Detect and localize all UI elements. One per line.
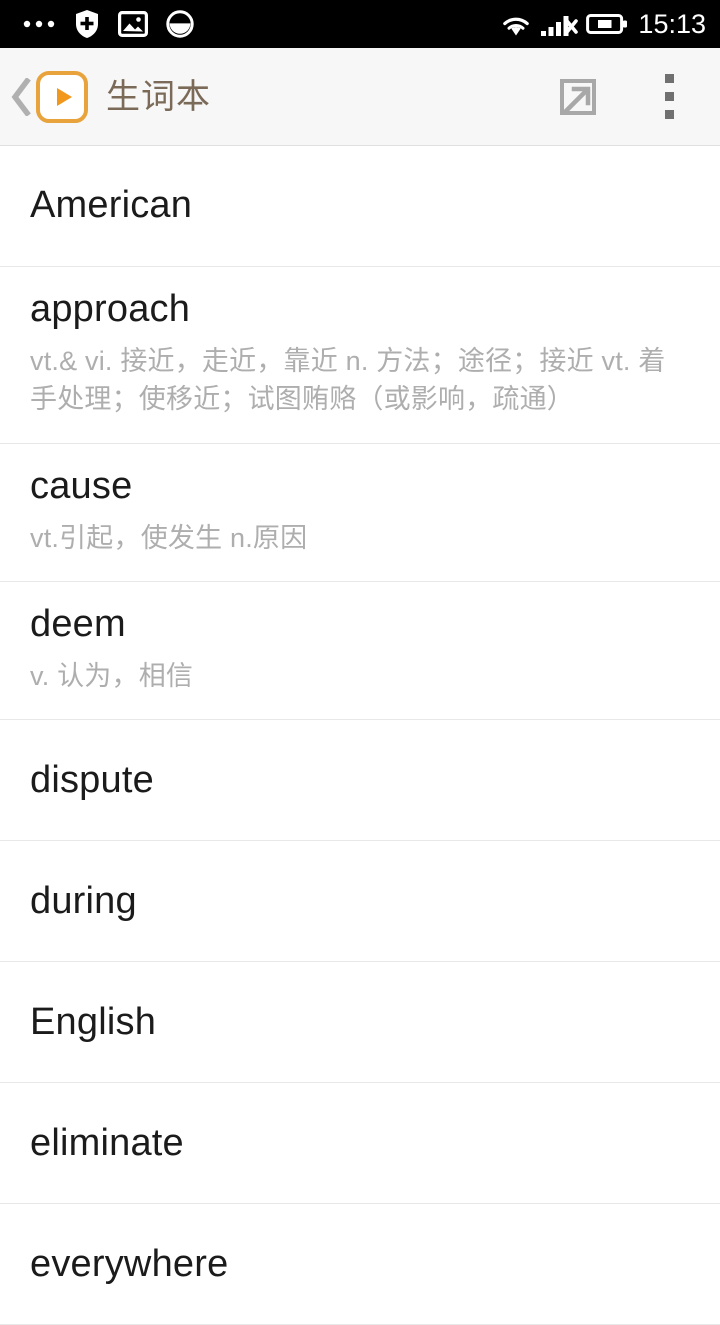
app-bar: 生词本 <box>0 48 720 146</box>
word-term: dispute <box>30 758 154 801</box>
overflow-dot-1 <box>664 74 674 83</box>
word-definition: vt.& vi. 接近，走近，靠近 n. 方法；途径；接近 vt. 着手处理；使… <box>30 346 666 415</box>
export-share-button[interactable] <box>550 69 606 125</box>
word-list-item[interactable]: dispute <box>0 720 720 842</box>
word-list-item[interactable]: English <box>0 962 720 1084</box>
back-button[interactable] <box>8 77 34 116</box>
word-list-item[interactable]: cause vt.引起，使发生 n.原因 <box>0 444 720 583</box>
do-not-disturb-icon <box>166 10 194 38</box>
signal-no-sim-icon <box>540 11 579 37</box>
status-bar-right-icons: 15:13 <box>500 8 706 39</box>
word-term: eliminate <box>30 1121 184 1164</box>
more-dots-icon <box>22 18 56 30</box>
app-logo-icon[interactable] <box>36 70 88 123</box>
vocabulary-word-list: American approach vt.& vi. 接近，走近，靠近 n. 方… <box>0 146 720 1325</box>
status-bar-clock: 15:13 <box>638 8 706 39</box>
word-list-item[interactable]: everywhere <box>0 1204 720 1325</box>
word-term: everywhere <box>30 1242 229 1285</box>
word-definition: v. 认为，相信 <box>30 661 194 692</box>
word-term: deem <box>30 603 126 646</box>
overflow-menu-button[interactable] <box>646 69 692 125</box>
status-bar: 15:13 <box>0 0 720 48</box>
arrow-out-of-box-icon <box>560 78 596 115</box>
status-bar-left-icons <box>22 9 194 39</box>
word-list-item[interactable]: during <box>0 841 720 963</box>
word-term: approach <box>30 288 191 330</box>
word-term: during <box>30 879 137 922</box>
word-list-item[interactable]: deem v. 认为，相信 <box>0 582 720 721</box>
word-term: American <box>30 184 193 227</box>
play-triangle-icon <box>56 87 72 106</box>
wifi-icon <box>500 11 532 37</box>
page-title: 生词本 <box>106 77 211 116</box>
overflow-dot-2 <box>664 92 674 101</box>
security-shield-icon <box>74 9 100 39</box>
word-term: English <box>30 1000 157 1043</box>
word-term: cause <box>30 464 133 507</box>
screenshot-image-icon <box>118 11 148 37</box>
battery-icon <box>586 12 628 36</box>
word-list-item[interactable]: approach vt.& vi. 接近，走近，靠近 n. 方法；途径；接近 v… <box>0 267 720 444</box>
word-list-item[interactable]: American <box>0 146 720 267</box>
word-list-item[interactable]: eliminate <box>0 1083 720 1205</box>
overflow-dot-3 <box>664 110 674 119</box>
word-definition: vt.引起，使发生 n.原因 <box>30 522 308 553</box>
